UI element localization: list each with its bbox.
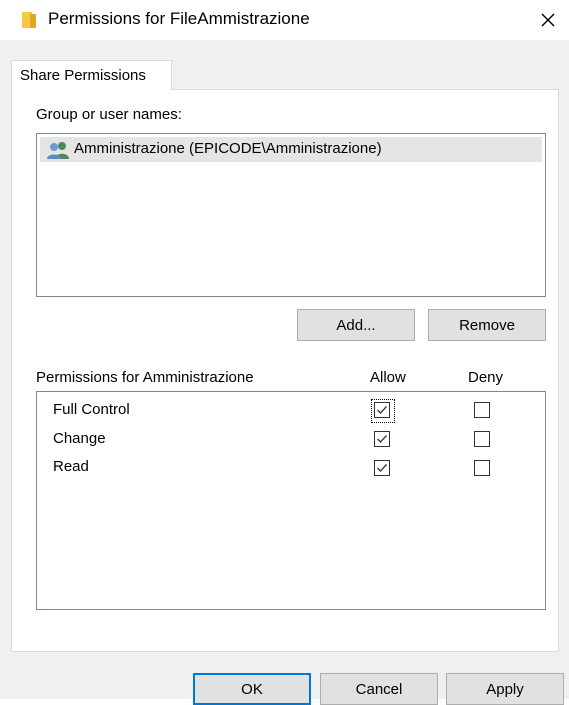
add-button[interactable]: Add... bbox=[297, 309, 415, 341]
checkmark-icon bbox=[377, 435, 387, 443]
tab-share-permissions[interactable]: Share Permissions bbox=[11, 60, 172, 90]
cancel-button[interactable]: Cancel bbox=[320, 673, 438, 705]
title-bar: Permissions for FileAmmistrazione bbox=[0, 0, 569, 40]
allow-full-control-checkbox[interactable] bbox=[374, 402, 390, 418]
permissions-label: Permissions for Amministrazione bbox=[36, 369, 254, 386]
deny-read-checkbox[interactable] bbox=[474, 460, 490, 476]
permission-full-control-label: Full Control bbox=[53, 401, 130, 418]
allow-column-header: Allow bbox=[370, 369, 406, 386]
tab-label: Share Permissions bbox=[20, 67, 146, 84]
remove-button[interactable]: Remove bbox=[428, 309, 546, 341]
permission-read-label: Read bbox=[53, 458, 89, 475]
ok-button[interactable]: OK bbox=[193, 673, 311, 705]
close-icon bbox=[541, 13, 555, 27]
group-list-label: Group or user names: bbox=[36, 106, 182, 123]
allow-change-checkbox[interactable] bbox=[374, 431, 390, 447]
list-item[interactable]: Amministrazione (EPICODE\Amministrazione… bbox=[40, 137, 542, 162]
permission-change-label: Change bbox=[53, 430, 106, 447]
user-group-icon bbox=[46, 141, 72, 159]
deny-column-header: Deny bbox=[468, 369, 504, 386]
checkmark-icon bbox=[377, 406, 387, 414]
checkmark-icon bbox=[377, 464, 387, 472]
folder-icon bbox=[22, 12, 36, 28]
apply-button[interactable]: Apply bbox=[446, 673, 564, 705]
group-user-list[interactable]: Amministrazione (EPICODE\Amministrazione… bbox=[36, 133, 546, 297]
list-item-label: Amministrazione (EPICODE\Amministrazione… bbox=[74, 140, 382, 157]
permissions-list: Full Control Change Read bbox=[36, 391, 546, 610]
deny-change-checkbox[interactable] bbox=[474, 431, 490, 447]
close-button[interactable] bbox=[532, 4, 564, 36]
window-title: Permissions for FileAmmistrazione bbox=[48, 9, 310, 28]
allow-read-checkbox[interactable] bbox=[374, 460, 390, 476]
deny-full-control-checkbox[interactable] bbox=[474, 402, 490, 418]
